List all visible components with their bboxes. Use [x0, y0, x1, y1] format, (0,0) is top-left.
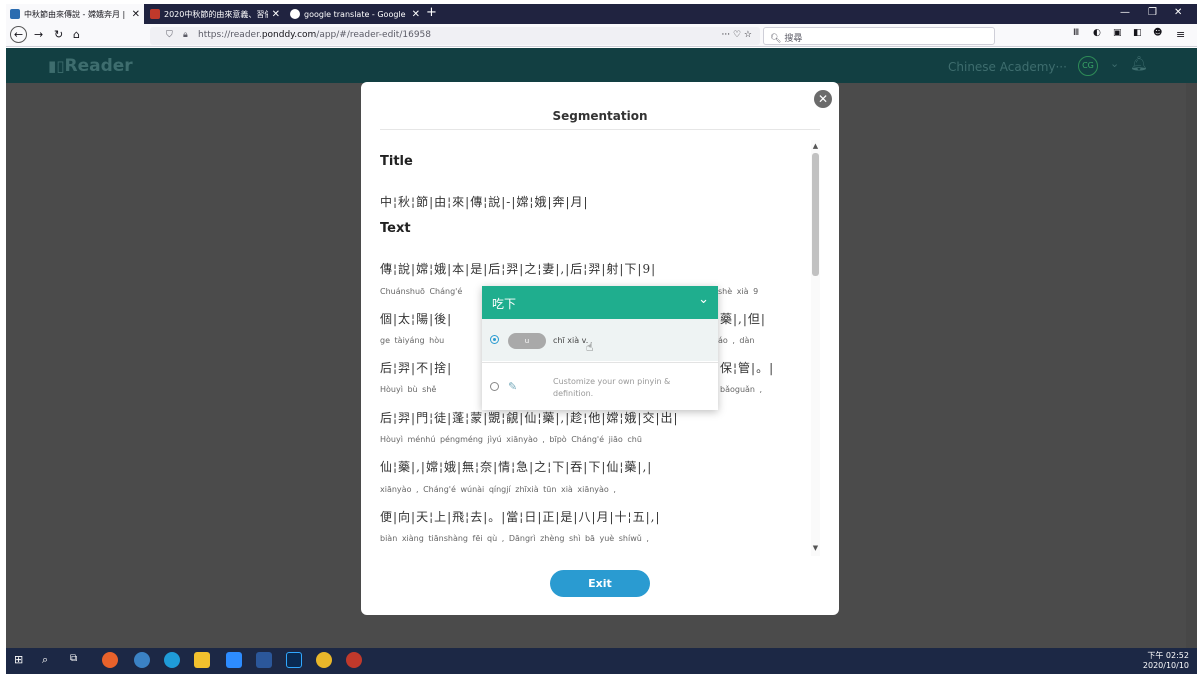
extension-icon[interactable]: ▣: [1113, 28, 1122, 38]
windows-taskbar: ⊞ ⌕ ⧉ 下午 02:52 2020/10/10: [6, 648, 1197, 674]
pinyin-row-right: shè xià 9: [718, 287, 759, 296]
text-row-right[interactable]: 保¦管|。|: [720, 359, 774, 376]
windows-start-icon[interactable]: ⊞: [14, 653, 30, 669]
photoshop-icon[interactable]: [286, 652, 302, 668]
reader-logo[interactable]: ▮▯Reader: [48, 56, 133, 76]
chrome-icon[interactable]: [316, 652, 332, 668]
section-text-heading: Text: [380, 221, 411, 236]
bell-icon[interactable]: 🔔︎: [1130, 56, 1148, 72]
account-icon[interactable]: ☻: [1153, 28, 1162, 38]
text-row[interactable]: 后¦羿|門¦徒|蓬¦蒙|覬¦覦|仙¦藥|,|趁¦他|嫦¦娥|交|出|: [380, 409, 679, 426]
chevron-down-icon[interactable]: ⌄: [698, 292, 709, 307]
pinyin-row: biàn xiàng tiānshàng fēi qù , Dāngrì zhè…: [380, 534, 649, 543]
firefox-icon[interactable]: [102, 652, 118, 668]
page-actions-icon[interactable]: ··· ♡ ☆: [722, 30, 752, 40]
option-pinyin: chī xià v.: [553, 336, 589, 345]
text-row[interactable]: 個|太¦陽|後|: [380, 310, 452, 327]
extension-icon[interactable]: ◐: [1093, 28, 1101, 38]
text-row[interactable]: 便|向|天¦上|飛¦去|。|當¦日|正|是|八|月|十¦五|,|: [380, 508, 661, 525]
radio-unselected[interactable]: [490, 382, 499, 391]
app-icon[interactable]: [346, 652, 362, 668]
tab-1[interactable]: 中秋節由來傳說 - 嫦娥奔月 | P... ✕: [6, 4, 144, 24]
search-icon[interactable]: ⌕: [42, 653, 58, 669]
menu-icon[interactable]: ≡: [1176, 28, 1185, 41]
pinyin-row: ge tàiyáng hòu: [380, 336, 445, 345]
popup-header: 吃下 ⌄: [482, 286, 718, 319]
forward-button-icon[interactable]: →: [34, 28, 43, 41]
url-bar[interactable]: ⛉ 🔒︎ https://reader.ponddy.com/app/#/rea…: [150, 27, 760, 45]
pinyin-option-default[interactable]: u chī xià v. ☝: [482, 319, 718, 361]
app-header: ▮▯Reader Chinese Academy··· CG ⌄ 🔔︎: [6, 48, 1197, 83]
tab-3[interactable]: google translate - Google 搜... ✕: [286, 4, 424, 24]
extension-icon[interactable]: ◧: [1133, 28, 1142, 38]
divider: [380, 129, 820, 130]
tab-2[interactable]: 2020中秋節的由來意義、習俗... ✕: [146, 4, 284, 24]
new-tab-button[interactable]: +: [426, 5, 437, 20]
pinyin-row: Hòuyì ménhú péngméng jìyú xiānyào , bīpò…: [380, 435, 642, 444]
pinyin-row: Hòuyì bù shě: [380, 385, 437, 394]
text-row[interactable]: 后¦羿|不|捨|: [380, 359, 452, 376]
close-tab-icon[interactable]: ✕: [272, 9, 280, 20]
screen: { "browser": { "tabs": [ {"title": "中秋節由…: [0, 0, 1203, 674]
modal-scrollbar[interactable]: ▲ ▼: [811, 140, 820, 556]
browser-tab-strip: 中秋節由來傳說 - 嫦娥奔月 | P... ✕ 2020中秋節的由來意義、習俗.…: [6, 4, 1197, 24]
close-tab-icon[interactable]: ✕: [132, 9, 140, 20]
close-tab-icon[interactable]: ✕: [412, 9, 420, 20]
google-favicon-icon: [290, 9, 300, 19]
back-button-icon[interactable]: ←: [10, 26, 27, 43]
section-title-heading: Title: [380, 154, 413, 169]
restore-icon[interactable]: ❐: [1148, 7, 1157, 18]
modal-title: Segmentation: [552, 109, 648, 123]
pinyin-row: xiānyào , Cháng'é wúnài qíngjí zhīxià tū…: [380, 485, 616, 494]
logo-mark-icon: ▮▯: [48, 57, 65, 75]
toggle-switch[interactable]: u: [508, 333, 546, 349]
avatar[interactable]: CG: [1078, 56, 1098, 76]
system-clock[interactable]: 下午 02:52 2020/10/10: [1143, 651, 1189, 671]
pinyin-row-right: bǎoguǎn ,: [720, 385, 763, 394]
exit-button[interactable]: Exit: [550, 570, 650, 597]
text-row-right[interactable]: 藥|,|但|: [720, 310, 766, 327]
shield-icon[interactable]: ⛉: [166, 30, 173, 40]
scroll-up-icon[interactable]: ▲: [811, 142, 820, 150]
site-favicon-icon: [150, 9, 160, 19]
popup-word: 吃下: [492, 297, 517, 311]
search-input[interactable]: 🔍︎ 搜尋: [763, 27, 995, 45]
pencil-icon: ✎: [508, 380, 518, 393]
task-view-icon[interactable]: ⧉: [70, 653, 86, 669]
scroll-down-icon[interactable]: ▼: [811, 544, 820, 552]
pinyin-option-custom[interactable]: ✎ Customize your own pinyin & definition…: [482, 362, 718, 410]
edge-icon[interactable]: [164, 652, 180, 668]
minimize-icon[interactable]: —: [1120, 7, 1130, 18]
pinyin-row: Chuánshuō Cháng'é: [380, 287, 463, 296]
home-icon[interactable]: ⌂: [73, 28, 80, 41]
window-close-icon[interactable]: ✕: [1174, 7, 1182, 18]
close-modal-icon[interactable]: ✕: [814, 90, 832, 108]
reload-icon[interactable]: ↻: [54, 28, 63, 41]
title-segmented-text[interactable]: 中¦秋¦節|由¦來|傳¦說|-|嫦¦娥|奔|月|: [380, 193, 589, 210]
page-scrollbar[interactable]: [1186, 83, 1197, 648]
library-icon[interactable]: Ⅲ: [1073, 28, 1079, 38]
chevron-down-icon[interactable]: ⌄: [1110, 57, 1119, 70]
zoom-icon[interactable]: [226, 652, 242, 668]
app-icon[interactable]: [134, 652, 150, 668]
text-row[interactable]: 傳¦說|嫦¦娥|本|是|后¦羿|之¦妻|,|后¦羿|射|下|9|: [380, 260, 656, 277]
hand-cursor-icon: ☝: [586, 340, 594, 354]
word-icon[interactable]: [256, 652, 272, 668]
ponddy-favicon-icon: [10, 9, 20, 19]
file-explorer-icon[interactable]: [194, 652, 210, 668]
pinyin-row-right: áo , dàn: [718, 336, 755, 345]
search-icon: 🔍︎: [770, 34, 782, 44]
word-popup: 吃下 ⌄ u chī xià v. ☝ ✎ Customize your own…: [482, 286, 718, 410]
academy-selector[interactable]: Chinese Academy···: [948, 60, 1067, 74]
lock-icon[interactable]: 🔒︎: [183, 30, 188, 40]
radio-selected[interactable]: [490, 335, 499, 344]
text-row[interactable]: 仙¦藥|,|嫦¦娥|無¦奈|情¦急|之¦下|吞|下|仙¦藥|,|: [380, 458, 652, 475]
custom-option-text: Customize your own pinyin & definition.: [553, 377, 671, 398]
url-text: https://reader.ponddy.com/app/#/reader-e…: [198, 30, 431, 40]
scroll-thumb[interactable]: [812, 153, 819, 276]
